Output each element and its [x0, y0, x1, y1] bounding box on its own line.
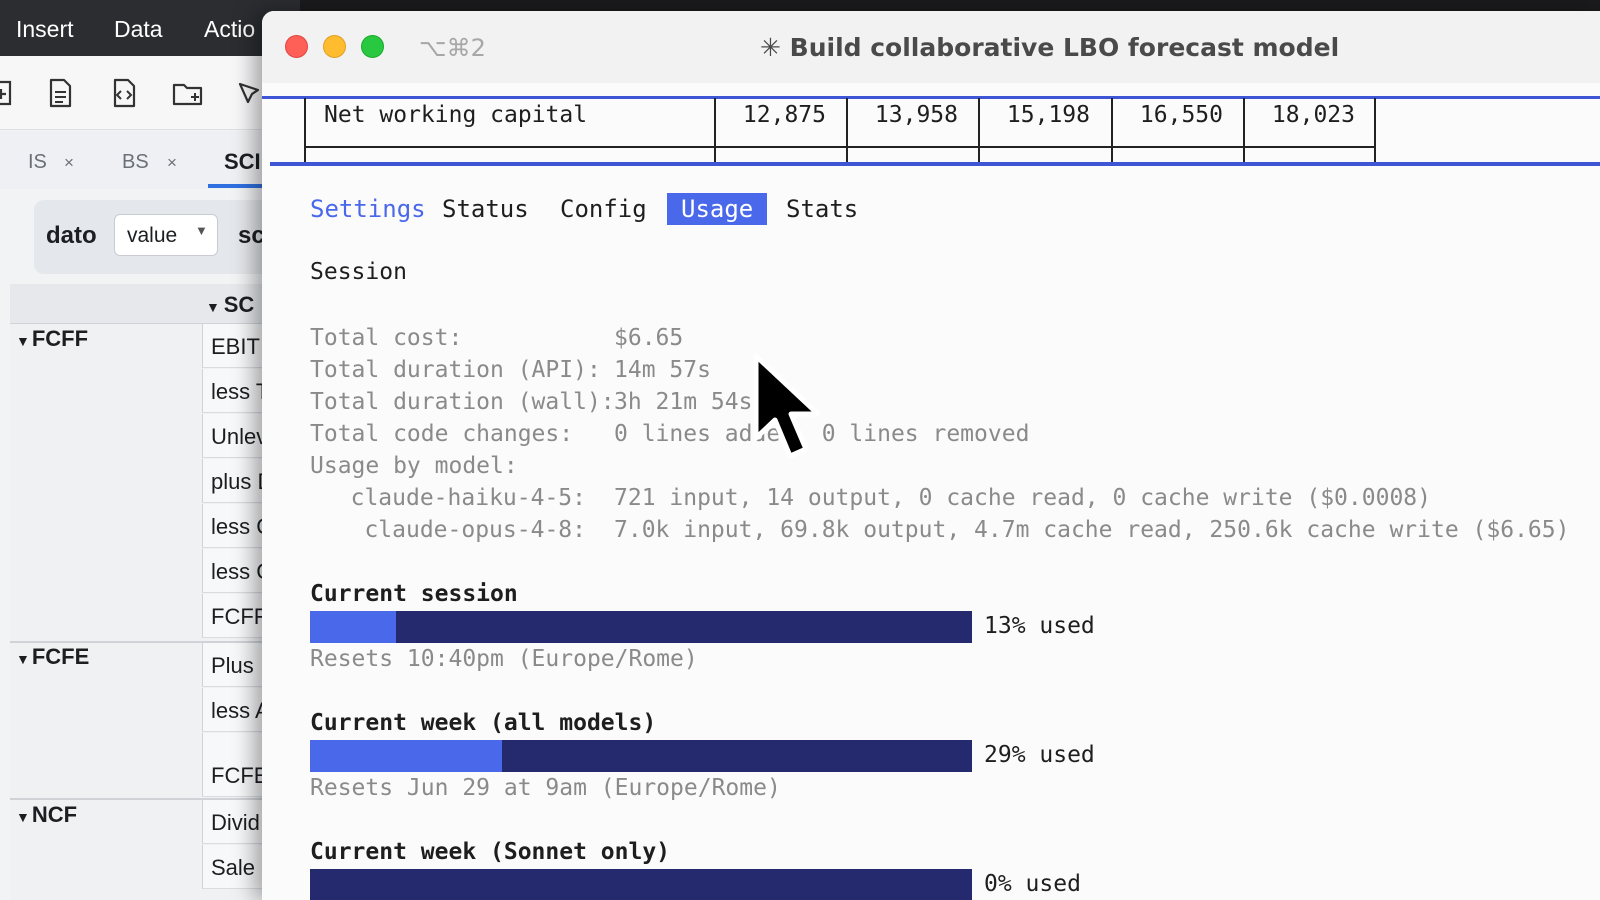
stat-label-duration-api: Total duration (API):: [310, 357, 601, 383]
stat-label-total-cost: Total cost:: [310, 325, 463, 351]
filter-label: dato: [46, 222, 97, 249]
menu-actions[interactable]: Actio: [204, 16, 255, 43]
table-cell: 13,958: [874, 102, 958, 128]
filter-value-select[interactable]: value ▼: [114, 214, 218, 256]
tab-stats[interactable]: Stats: [786, 193, 858, 225]
stat-label-duration-wall: Total duration (wall):: [310, 389, 615, 415]
document-icon[interactable]: [43, 76, 77, 110]
session-heading: Session: [310, 259, 407, 285]
model-usage-opus: 7.0k input, 69.8k output, 4.7m cache rea…: [614, 517, 1570, 543]
usage-progress-fill: [310, 740, 502, 772]
terminal-window: ⌥⌘2 ✳ Build collaborative LBO forecast m…: [262, 11, 1600, 900]
usage-progress-bar: [310, 869, 972, 900]
stat-label-code-changes: Total code changes:: [310, 421, 574, 447]
table-row-label: Net working capital: [324, 102, 588, 128]
panel-top-rule: [270, 162, 1600, 166]
code-file-icon[interactable]: [107, 76, 141, 110]
background-spreadsheet-app: Insert Data Actio IS × BS × SCI dato val…: [0, 0, 300, 900]
close-window-button[interactable]: [285, 35, 308, 58]
caret-down-icon: ▼: [16, 333, 30, 349]
mouse-cursor-icon: [753, 353, 821, 459]
sheet-tab-is[interactable]: IS: [28, 151, 47, 174]
limit-reset-text: Resets Jun 29 at 9am (Europe/Rome): [310, 775, 781, 801]
caret-down-icon: ▼: [16, 809, 30, 825]
sheet-tab-is-close-icon[interactable]: ×: [64, 153, 74, 173]
group-fcfe-label: FCFE: [31, 644, 90, 669]
grid-header: ▼ SC: [10, 284, 300, 324]
group-fcff-label: FCFF: [31, 326, 89, 351]
stat-value-total-cost: $6.65: [614, 325, 684, 351]
usage-by-model-label: Usage by model:: [310, 453, 518, 479]
pivot-grid: ▼ SC ▼FCFF EBIT less T Unlev plus D less…: [10, 284, 300, 900]
table-cell: 15,198: [1006, 102, 1090, 128]
add-row-icon[interactable]: [0, 76, 20, 110]
app-toolbar: [0, 56, 300, 130]
window-titlebar[interactable]: ⌥⌘2 ✳ Build collaborative LBO forecast m…: [262, 11, 1600, 83]
usage-progress-bar: [310, 740, 972, 772]
limit-reset-text: Resets 10:40pm (Europe/Rome): [310, 646, 698, 672]
grid-header-label[interactable]: ▼ SC: [206, 292, 254, 318]
table-cell: 18,023: [1271, 102, 1355, 128]
sheet-tab-bs[interactable]: BS: [122, 151, 149, 174]
sheet-tab-bar: IS × BS × SCI: [0, 131, 300, 189]
usage-percent-label: 13% used: [984, 613, 1095, 639]
minimize-window-button[interactable]: [323, 35, 346, 58]
folder-add-icon[interactable]: [171, 76, 205, 110]
table-border: [1374, 98, 1376, 162]
table-cell: 12,875: [742, 102, 826, 128]
caret-down-icon: ▼: [16, 651, 30, 667]
group-ncf[interactable]: ▼NCF: [16, 802, 77, 828]
limit-title-session: Current session: [310, 581, 518, 607]
chevron-down-icon: ▼: [195, 223, 208, 238]
group-fcfe[interactable]: ▼FCFE: [16, 644, 89, 670]
limit-title-week-all: Current week (all models): [310, 710, 657, 736]
group-ncf-label: NCF: [31, 802, 78, 827]
menu-data[interactable]: Data: [114, 16, 163, 43]
window-shortcut: ⌥⌘2: [419, 34, 486, 62]
tab-status[interactable]: Status: [442, 193, 529, 225]
usage-progress-bar: [310, 611, 972, 643]
menu-insert[interactable]: Insert: [16, 16, 74, 43]
model-name-haiku: claude-haiku-4-5:: [350, 485, 586, 511]
group-fcff[interactable]: ▼FCFF: [16, 326, 88, 352]
usage-percent-label: 29% used: [984, 742, 1095, 768]
filter-select-value: value: [127, 224, 178, 247]
filter-bar: dato value ▼ sc: [34, 200, 300, 274]
usage-percent-label: 0% used: [984, 871, 1081, 897]
model-name-opus: claude-opus-4-8:: [364, 517, 586, 543]
stat-value-duration-api: 14m 57s: [614, 357, 711, 383]
net-working-capital-table: Net working capital 12,875 13,958 15,198…: [304, 98, 1376, 162]
table-border: [304, 98, 306, 162]
tab-usage[interactable]: Usage: [667, 193, 768, 225]
tab-settings[interactable]: Settings: [310, 193, 426, 225]
table-cell: 16,550: [1139, 102, 1223, 128]
sheet-tab-bs-close-icon[interactable]: ×: [167, 153, 177, 173]
filter-extra-label: sc: [238, 222, 265, 249]
tab-config[interactable]: Config: [560, 193, 647, 225]
stat-value-duration-wall: 3h 21m 54s: [614, 389, 753, 415]
table-border: [304, 146, 1376, 148]
usage-progress-fill: [310, 611, 397, 643]
window-title: ✳ Build collaborative LBO forecast model: [760, 33, 1340, 62]
limit-title-week-sonnet: Current week (Sonnet only): [310, 839, 671, 865]
sheet-tab-active[interactable]: SCI: [224, 149, 261, 175]
app-menubar: Insert Data Actio: [0, 0, 300, 56]
caret-down-icon: ▼: [206, 299, 224, 315]
maximize-window-button[interactable]: [361, 35, 384, 58]
terminal-content: Net working capital 12,875 13,958 15,198…: [262, 83, 1600, 900]
model-usage-haiku: 721 input, 14 output, 0 cache read, 0 ca…: [614, 485, 1431, 511]
grid-header-text: SC: [223, 292, 255, 317]
